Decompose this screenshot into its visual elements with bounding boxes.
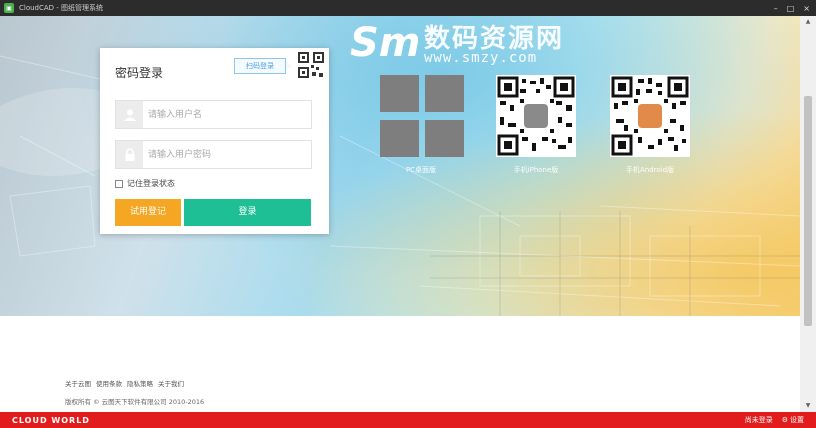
- footer-link-privacy[interactable]: 隐私策略: [127, 378, 153, 388]
- vertical-scrollbar[interactable]: ▲ ▼: [800, 16, 816, 412]
- footer-link-terms[interactable]: 使用条款: [96, 378, 122, 388]
- settings-button[interactable]: ⚙ 设置: [782, 415, 804, 425]
- qr-login-tab[interactable]: 扫码登录: [234, 58, 293, 74]
- footer-link-about-cloud[interactable]: 关于云图: [65, 378, 91, 388]
- android-qr-code[interactable]: [610, 75, 690, 157]
- iphone-qr-code[interactable]: [496, 75, 576, 157]
- remember-label: 记住登录状态: [127, 179, 175, 188]
- scroll-thumb[interactable]: [804, 96, 812, 326]
- window-title: CloudCAD - 图纸管理系统: [19, 4, 104, 12]
- minimize-button[interactable]: –: [774, 4, 778, 13]
- scroll-down-arrow-icon[interactable]: ▼: [800, 400, 816, 412]
- window-controls: – □ ×: [774, 0, 810, 16]
- lock-icon: [116, 141, 143, 168]
- qr-code-icon[interactable]: [298, 52, 324, 78]
- window-titlebar: ▣ CloudCAD - 图纸管理系统 – □ ×: [0, 0, 816, 16]
- login-title: 密码登录: [115, 66, 164, 80]
- login-panel: 密码登录 扫码登录 记住登录状态 试用登记 登录: [100, 48, 329, 234]
- copyright-text: 版权所有 © 云图天下软件有限公司 2010-2016: [65, 398, 205, 406]
- remember-login[interactable]: 记住登录状态: [115, 178, 175, 189]
- scroll-up-arrow-icon[interactable]: ▲: [800, 16, 816, 28]
- status-bar: CLOUD WORLD 尚未登录 ⚙ 设置: [0, 412, 816, 428]
- trial-register-button[interactable]: 试用登记: [115, 199, 181, 226]
- windows-icon[interactable]: [380, 75, 464, 157]
- close-button[interactable]: ×: [803, 4, 810, 13]
- password-field[interactable]: [115, 140, 312, 169]
- password-input[interactable]: [148, 141, 306, 168]
- user-icon: [116, 101, 143, 128]
- svg-text:Sm: Sm: [350, 20, 418, 64]
- apple-icon: [524, 104, 548, 128]
- pc-download-label[interactable]: PC桌面版: [381, 165, 461, 175]
- android-download-label[interactable]: 手机Android版: [610, 165, 690, 175]
- iphone-download-label[interactable]: 手机iPhone版: [496, 165, 576, 175]
- footer-link-about-us[interactable]: 关于我们: [158, 378, 184, 388]
- footer-links: 关于云图 使用条款 隐私策略 关于我们: [65, 378, 184, 388]
- username-input[interactable]: [148, 101, 306, 128]
- brand-url: www.smzy.com: [424, 50, 538, 66]
- android-icon: [638, 104, 662, 128]
- login-status[interactable]: 尚未登录: [745, 415, 773, 425]
- gear-icon: ⚙: [781, 416, 788, 424]
- status-right: 尚未登录 ⚙ 设置: [745, 412, 804, 428]
- brand-logo-icon: Sm: [350, 20, 418, 64]
- settings-label: 设置: [790, 416, 804, 424]
- maximize-button[interactable]: □: [787, 4, 795, 13]
- login-button[interactable]: 登录: [184, 199, 311, 226]
- app-icon: ▣: [4, 3, 14, 13]
- page-footer: 关于云图 使用条款 隐私策略 关于我们 版权所有 © 云图天下软件有限公司 20…: [0, 316, 800, 412]
- status-brand: CLOUD WORLD: [12, 415, 90, 425]
- username-field[interactable]: [115, 100, 312, 129]
- remember-checkbox[interactable]: [115, 179, 123, 188]
